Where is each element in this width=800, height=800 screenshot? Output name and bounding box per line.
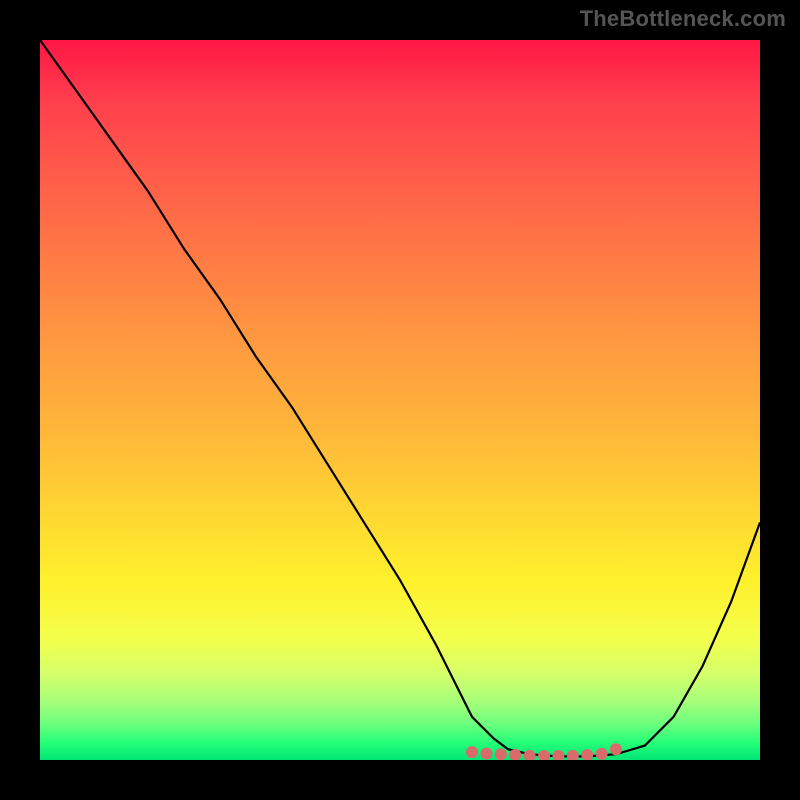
marker-dot	[596, 748, 608, 760]
marker-dot	[480, 748, 492, 760]
chart-svg	[40, 40, 760, 760]
marker-dot	[466, 746, 478, 758]
marker-dot	[610, 743, 622, 755]
marker-dot	[538, 750, 550, 760]
marker-dot	[552, 750, 564, 760]
marker-dot	[524, 750, 536, 760]
plot-area	[40, 40, 760, 760]
minimum-markers	[466, 743, 622, 760]
bottleneck-curve	[40, 40, 760, 756]
marker-dot	[495, 748, 507, 760]
marker-dot	[581, 749, 593, 760]
watermark-text: TheBottleneck.com	[580, 6, 786, 32]
chart-container: TheBottleneck.com	[0, 0, 800, 800]
marker-dot	[567, 750, 579, 760]
